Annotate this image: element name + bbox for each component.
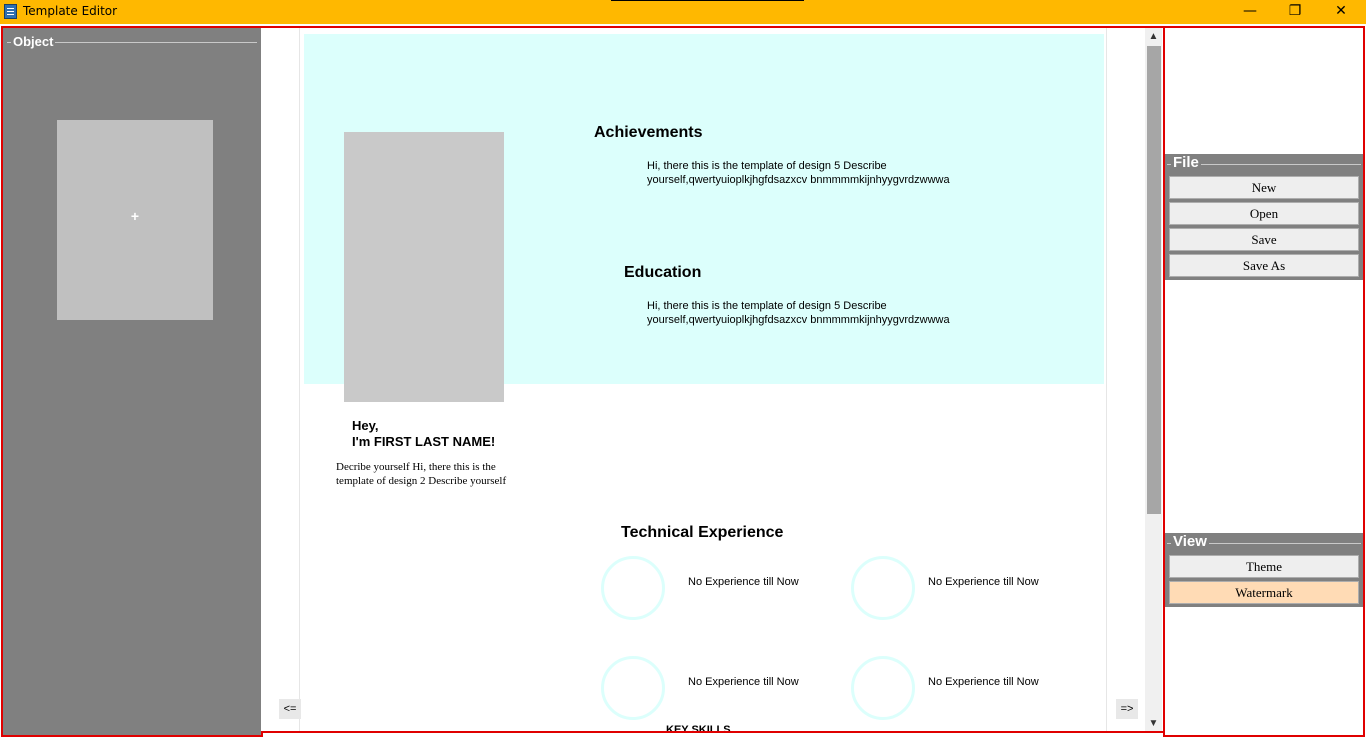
maximize-button[interactable]: ❐ bbox=[1272, 0, 1318, 24]
file-section-title: File bbox=[1171, 154, 1201, 171]
view-section: View Theme Watermark bbox=[1165, 533, 1363, 607]
profile-photo-placeholder[interactable] bbox=[344, 132, 504, 402]
intro-description: Decribe yourself Hi, there this is the t… bbox=[336, 460, 526, 488]
template-page: Achievements Hi, there this is the templ… bbox=[299, 28, 1107, 733]
experience-circle bbox=[851, 656, 915, 720]
plus-icon: + bbox=[130, 208, 140, 224]
experience-circle bbox=[851, 556, 915, 620]
achievements-line-1: Hi, there this is the template of design… bbox=[647, 160, 887, 172]
new-button[interactable]: New bbox=[1169, 176, 1359, 199]
title-bar: Template Editor — ❐ ✕ bbox=[0, 0, 1366, 24]
theme-button[interactable]: Theme bbox=[1169, 555, 1359, 578]
education-text: Hi, there this is the template of design… bbox=[647, 299, 987, 327]
view-section-title: View bbox=[1171, 533, 1209, 550]
achievements-line-2: yourself,qwertyuioplkjhgfdsazxcv bnmmmmk… bbox=[647, 174, 950, 186]
education-line-1: Hi, there this is the template of design… bbox=[647, 300, 887, 312]
save-as-button[interactable]: Save As bbox=[1169, 254, 1359, 277]
template-canvas: Achievements Hi, there this is the templ… bbox=[261, 26, 1163, 733]
object-panel-title: Object bbox=[11, 34, 56, 49]
open-button[interactable]: Open bbox=[1169, 202, 1359, 225]
intro-describe-line-2: template of design 2 Describe yourself bbox=[336, 475, 507, 487]
minimize-button[interactable]: — bbox=[1227, 0, 1273, 24]
achievements-heading: Achievements bbox=[594, 124, 703, 141]
intro-describe-line-1: Decribe yourself Hi, there this is the bbox=[336, 461, 496, 473]
app-icon bbox=[4, 4, 17, 19]
technical-experience-heading: Technical Experience bbox=[621, 524, 784, 541]
intro-name: I'm FIRST LAST NAME! bbox=[352, 434, 496, 449]
experience-label: No Experience till Now bbox=[688, 576, 799, 588]
intro-hey: Hey, bbox=[352, 418, 379, 433]
watermark-button[interactable]: Watermark bbox=[1169, 581, 1359, 604]
education-heading: Education bbox=[624, 264, 702, 281]
key-skills-heading: KEY SKILLS bbox=[666, 724, 731, 733]
previous-page-button[interactable]: <= bbox=[279, 699, 301, 719]
achievements-text: Hi, there this is the template of design… bbox=[647, 159, 987, 187]
save-button[interactable]: Save bbox=[1169, 228, 1359, 251]
experience-circle bbox=[601, 556, 665, 620]
experience-label: No Experience till Now bbox=[688, 676, 799, 688]
window-title: Template Editor bbox=[23, 4, 118, 18]
file-section: File New Open Save Save As bbox=[1165, 154, 1363, 280]
right-panel: File New Open Save Save As View Theme Wa… bbox=[1163, 26, 1365, 737]
scrollbar-thumb[interactable] bbox=[1147, 46, 1161, 514]
add-object-box[interactable]: + bbox=[57, 120, 213, 320]
title-divider bbox=[611, 0, 804, 1]
experience-label: No Experience till Now bbox=[928, 676, 1039, 688]
experience-label: No Experience till Now bbox=[928, 576, 1039, 588]
next-page-button[interactable]: => bbox=[1116, 699, 1138, 719]
experience-circle bbox=[601, 656, 665, 720]
close-button[interactable]: ✕ bbox=[1318, 0, 1364, 24]
education-line-2: yourself,qwertyuioplkjhgfdsazxcv bnmmmmk… bbox=[647, 314, 950, 326]
scroll-down-icon[interactable]: ▼ bbox=[1145, 716, 1162, 731]
intro-greeting: Hey, I'm FIRST LAST NAME! bbox=[352, 418, 495, 450]
scroll-up-icon[interactable]: ▲ bbox=[1145, 29, 1162, 45]
object-panel: Object + bbox=[1, 26, 263, 737]
